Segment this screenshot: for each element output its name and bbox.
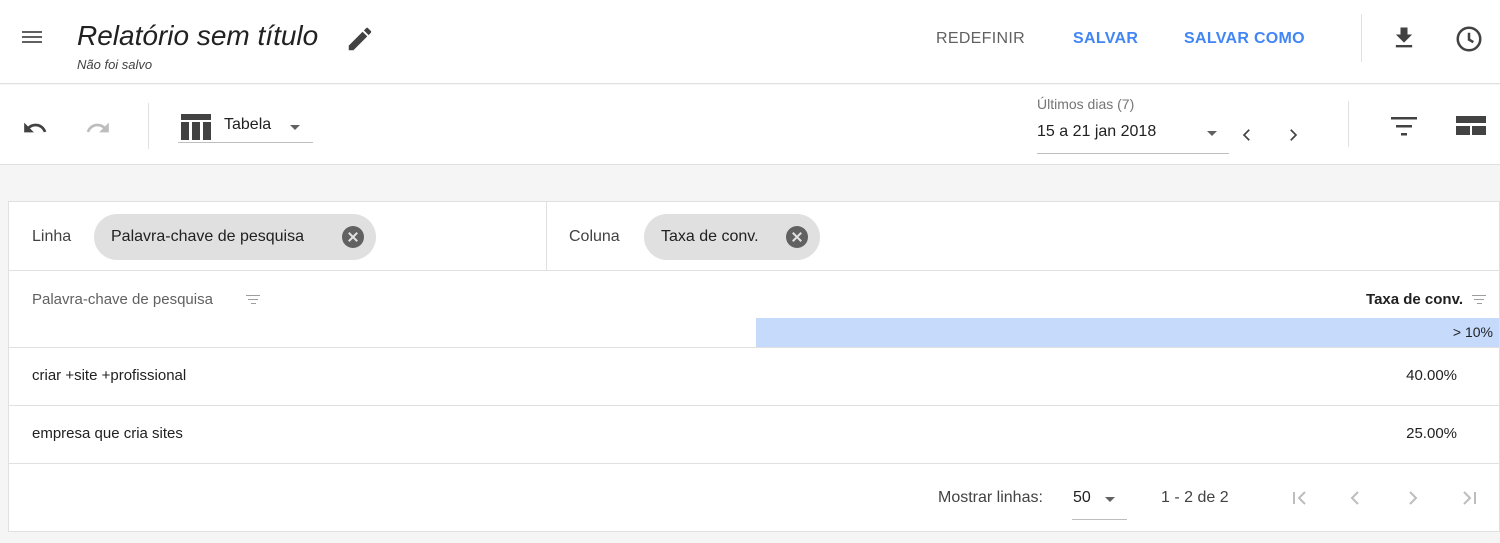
dimension-config: Linha Palavra-chave de pesquisa Coluna T… [9, 202, 1499, 271]
rows-per-page-label: Mostrar linhas: [938, 489, 1043, 506]
date-range-label: Últimos dias (7) [1037, 96, 1135, 112]
band-label: > 10% [1452, 324, 1493, 340]
conditional-format-band: > 10% [756, 318, 1499, 347]
undo-icon[interactable] [20, 115, 50, 141]
first-page-icon[interactable] [1288, 486, 1312, 510]
chevron-left-icon[interactable] [1238, 125, 1256, 145]
sort-icon[interactable] [245, 295, 261, 307]
column-metric-chip[interactable]: Taxa de conv. [644, 214, 820, 260]
row-chip-label: Palavra-chave de pesquisa [111, 228, 305, 245]
layout-icon[interactable] [1455, 114, 1487, 138]
report-card: Linha Palavra-chave de pesquisa Coluna T… [8, 201, 1500, 532]
redo-icon[interactable] [83, 115, 113, 141]
divider [1348, 101, 1349, 147]
download-icon[interactable] [1390, 24, 1418, 52]
remove-icon[interactable] [342, 226, 364, 248]
save-status: Não foi salvo [77, 57, 153, 72]
visualization-select[interactable]: Tabela [178, 109, 313, 143]
table-row[interactable]: empresa que cria sites 25.00% [9, 406, 1499, 464]
column-label: Coluna [569, 228, 620, 245]
save-button[interactable]: SALVAR [1073, 30, 1138, 48]
app-bar: Relatório sem título Não foi salvo REDEF… [0, 0, 1500, 84]
keyword-cell: criar +site +profissional [32, 367, 187, 384]
column-chip-label: Taxa de conv. [661, 228, 759, 245]
chevron-right-icon[interactable] [1284, 125, 1302, 145]
chevron-down-icon [1105, 497, 1115, 502]
visualization-label: Tabela [224, 116, 272, 133]
rows-per-page-value: 50 [1073, 489, 1091, 506]
chevron-right-icon[interactable] [1401, 486, 1425, 510]
history-icon[interactable] [1454, 24, 1484, 54]
divider [546, 202, 547, 271]
toolbar: Tabela Últimos dias (7) 15 a 21 jan 2018 [0, 85, 1500, 165]
last-page-icon[interactable] [1457, 486, 1481, 510]
table-header: Palavra-chave de pesquisa Taxa de conv. … [9, 272, 1499, 348]
table-row[interactable]: criar +site +profissional 40.00% [9, 348, 1499, 406]
row-dimension-chip[interactable]: Palavra-chave de pesquisa [94, 214, 376, 260]
keyword-cell: empresa que cria sites [32, 425, 183, 442]
metric-column-header[interactable]: Taxa de conv. [1366, 291, 1463, 308]
row-label: Linha [32, 228, 72, 245]
filter-icon[interactable] [1389, 114, 1419, 140]
chevron-down-icon[interactable] [1207, 131, 1217, 136]
sort-icon[interactable] [1471, 295, 1487, 307]
rows-per-page-select[interactable]: 50 [1072, 482, 1127, 520]
report-title[interactable]: Relatório sem título [77, 20, 318, 52]
chevron-down-icon [290, 125, 300, 130]
chevron-left-icon[interactable] [1343, 486, 1367, 510]
save-as-button[interactable]: SALVAR COMO [1184, 30, 1305, 48]
value-cell: 25.00% [1406, 425, 1457, 442]
reset-button[interactable]: REDEFINIR [936, 30, 1025, 48]
keyword-column-header[interactable]: Palavra-chave de pesquisa [32, 291, 213, 308]
value-cell: 40.00% [1406, 367, 1457, 384]
menu-icon[interactable] [22, 28, 46, 48]
table-icon [181, 114, 211, 140]
page-range: 1 - 2 de 2 [1161, 489, 1229, 506]
remove-icon[interactable] [786, 226, 808, 248]
pagination: Mostrar linhas: 50 1 - 2 de 2 [9, 464, 1499, 532]
edit-icon[interactable] [345, 24, 375, 54]
divider [148, 103, 149, 149]
date-underline [1037, 153, 1229, 154]
divider [1361, 14, 1362, 62]
date-range-select[interactable]: 15 a 21 jan 2018 [1037, 123, 1156, 141]
